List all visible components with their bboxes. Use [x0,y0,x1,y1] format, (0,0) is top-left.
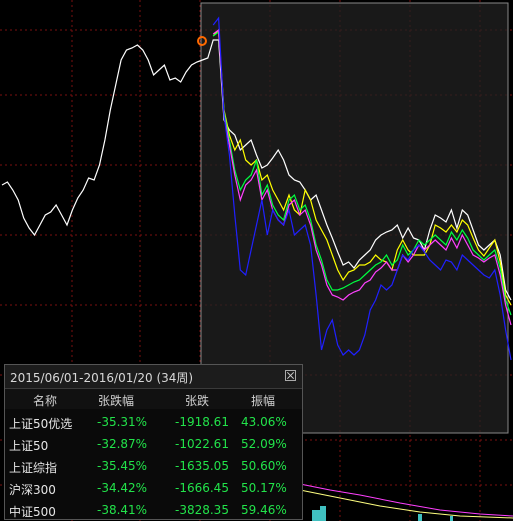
row-amplitude: 50.60% [241,459,287,473]
column-header-change-pct: 张跌幅 [98,394,135,408]
table-row[interactable]: 上证综指 -35.45% -1635.05 50.60% [5,455,302,477]
comparison-panel: 2015/06/01-2016/01/20 (34周) 名称 张跌幅 张跌 振幅… [4,364,303,520]
row-change: -1022.61 [175,437,229,451]
row-change: -1666.45 [175,481,229,495]
row-change: -1918.61 [175,415,229,429]
table-row[interactable]: 沪深300 -34.42% -1666.45 50.17% [5,477,302,499]
column-header-amplitude: 振幅 [251,394,276,408]
panel-title: 2015/06/01-2016/01/20 (34周) [10,371,194,385]
row-amplitude: 50.17% [241,481,287,495]
row-amplitude: 59.46% [241,503,287,517]
volume-bar [450,516,453,521]
table-row[interactable]: 中证500 -38.41% -3828.35 59.46% [5,499,302,521]
row-name: 沪深300 [9,483,56,497]
row-name: 上证综指 [9,461,58,475]
volume-bars [299,483,513,521]
volume-bar [312,510,320,521]
volume-bar [418,514,422,521]
table-row[interactable]: 上证50优选 -35.31% -1918.61 43.06% [5,411,302,433]
volume-bar [320,506,326,521]
row-change-pct: -35.31% [97,415,148,429]
row-name: 中证500 [9,505,56,519]
table-row[interactable]: 上证50 -32.87% -1022.61 52.09% [5,433,302,455]
row-change: -1635.05 [175,459,229,473]
column-header-change: 张跌 [185,394,210,408]
row-change-pct: -32.87% [97,437,148,451]
row-name: 上证50优选 [9,417,73,431]
close-icon[interactable] [285,370,296,381]
volume-avg-line [299,483,513,517]
row-name: 上证50 [9,439,49,453]
table-header: 名称 张跌幅 张跌 振幅 [5,389,302,409]
row-change-pct: -35.45% [97,459,148,473]
row-amplitude: 52.09% [241,437,287,451]
row-change-pct: -38.41% [97,503,148,517]
row-amplitude: 43.06% [241,415,287,429]
panel-header: 2015/06/01-2016/01/20 (34周) [5,365,302,389]
column-header-name: 名称 [33,394,58,408]
row-change: -3828.35 [175,503,229,517]
row-change-pct: -34.42% [97,481,148,495]
